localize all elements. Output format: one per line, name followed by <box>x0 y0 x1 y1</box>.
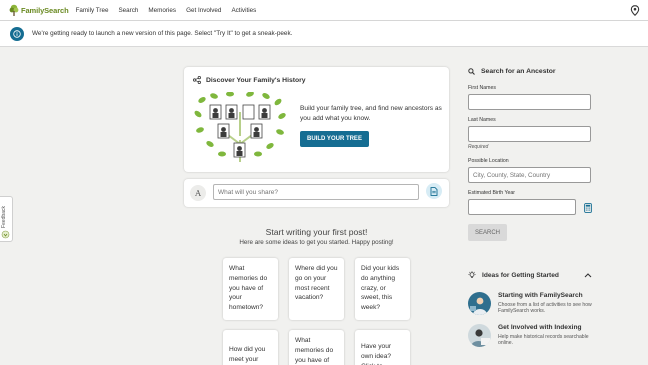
last-names-label: Last Names <box>468 117 496 123</box>
indexing-description: Help make historical records searchable … <box>498 334 589 347</box>
lightbulb-icon <box>468 271 476 278</box>
last-names-input[interactable] <box>468 126 591 142</box>
idea-card-kids[interactable]: Did your kids do anything crazy, or swee… <box>355 258 410 320</box>
required-note: Required <box>468 144 489 150</box>
build-your-tree-button[interactable]: BUILD YOUR TREE <box>300 131 369 147</box>
idea-card-meet[interactable]: How did you meet your <box>223 330 278 365</box>
idea-card-memories[interactable]: What memories do you have of <box>289 330 344 365</box>
feedback-label: Feedback <box>1 206 7 228</box>
logo-text: FamilySearch <box>21 5 69 15</box>
search-header: Search for an Ancestor <box>468 68 556 75</box>
nav-memories[interactable]: Memories <box>148 7 176 14</box>
birth-year-label: Estimated Birth Year <box>468 190 516 196</box>
share-nodes-icon <box>193 76 201 84</box>
search-icon <box>468 68 475 75</box>
info-icon <box>10 26 24 41</box>
nav-family-tree[interactable]: Family Tree <box>76 7 109 14</box>
share-post-box: A <box>184 179 449 207</box>
idea-card-hometown[interactable]: What memories do you have of your hometo… <box>223 258 278 320</box>
first-names-label: First Names <box>468 85 496 91</box>
banner-text: We're getting ready to launch a new vers… <box>32 30 293 37</box>
possible-location-input[interactable] <box>468 167 591 183</box>
feedback-icon <box>1 230 10 239</box>
start-writing-subtitle: Here are some ideas to get you started. … <box>239 239 394 246</box>
discover-header: Discover Your Family's History <box>193 76 306 84</box>
top-navigation: FamilySearch Family Tree Search Memories… <box>0 0 648 21</box>
discover-description: Build your family tree, and find new anc… <box>300 105 442 122</box>
nav-search[interactable]: Search <box>118 7 138 14</box>
birth-year-input[interactable] <box>468 199 576 215</box>
resource-starting-familysearch[interactable]: Starting with FamilySearch Choose from a… <box>468 292 598 316</box>
starting-description: Choose from a list of activities to see … <box>498 302 592 315</box>
start-writing-title: Start writing your first post! <box>265 227 368 237</box>
feedback-tab[interactable]: Feedback <box>0 196 13 242</box>
getting-started-title: Ideas for Getting Started <box>482 271 559 279</box>
discover-card: Discover Your Family's History Build you… <box>184 67 449 172</box>
starting-title: Starting with FamilySearch <box>498 292 583 299</box>
possible-location-label: Possible Location <box>468 158 509 164</box>
main-nav: Family Tree Search Memories Get Involved… <box>76 7 267 14</box>
calculator-icon[interactable] <box>584 203 592 213</box>
search-button[interactable]: SEARCH <box>468 224 507 241</box>
map-pin-icon[interactable] <box>630 5 640 16</box>
first-names-input[interactable] <box>468 94 591 110</box>
create-post-button[interactable] <box>426 183 442 199</box>
nav-activities[interactable]: Activities <box>231 7 256 14</box>
document-icon <box>430 186 438 196</box>
familysearch-logo[interactable]: FamilySearch <box>9 0 69 21</box>
idea-card-vacation[interactable]: Where did you go on your most recent vac… <box>289 258 344 320</box>
chevron-up-icon[interactable] <box>584 272 592 278</box>
getting-started-header[interactable]: Ideas for Getting Started <box>468 271 592 279</box>
indexing-title: Get Involved with Indexing <box>498 324 582 331</box>
indexing-thumbnail <box>468 324 491 347</box>
starting-thumbnail <box>468 292 491 315</box>
avatar: A <box>190 185 206 201</box>
share-input[interactable] <box>213 184 419 200</box>
logo-tree-icon <box>9 4 19 16</box>
search-title: Search for an Ancestor <box>481 68 556 75</box>
nav-get-involved[interactable]: Get Involved <box>186 7 221 14</box>
resource-get-involved-indexing[interactable]: Get Involved with Indexing Help make his… <box>468 324 598 348</box>
beta-banner: We're getting ready to launch a new vers… <box>0 21 648 47</box>
discover-title: Discover Your Family's History <box>206 76 306 84</box>
idea-card-own-idea[interactable]: Have your own idea? Click to <box>355 330 410 365</box>
family-tree-illustration <box>194 92 286 162</box>
